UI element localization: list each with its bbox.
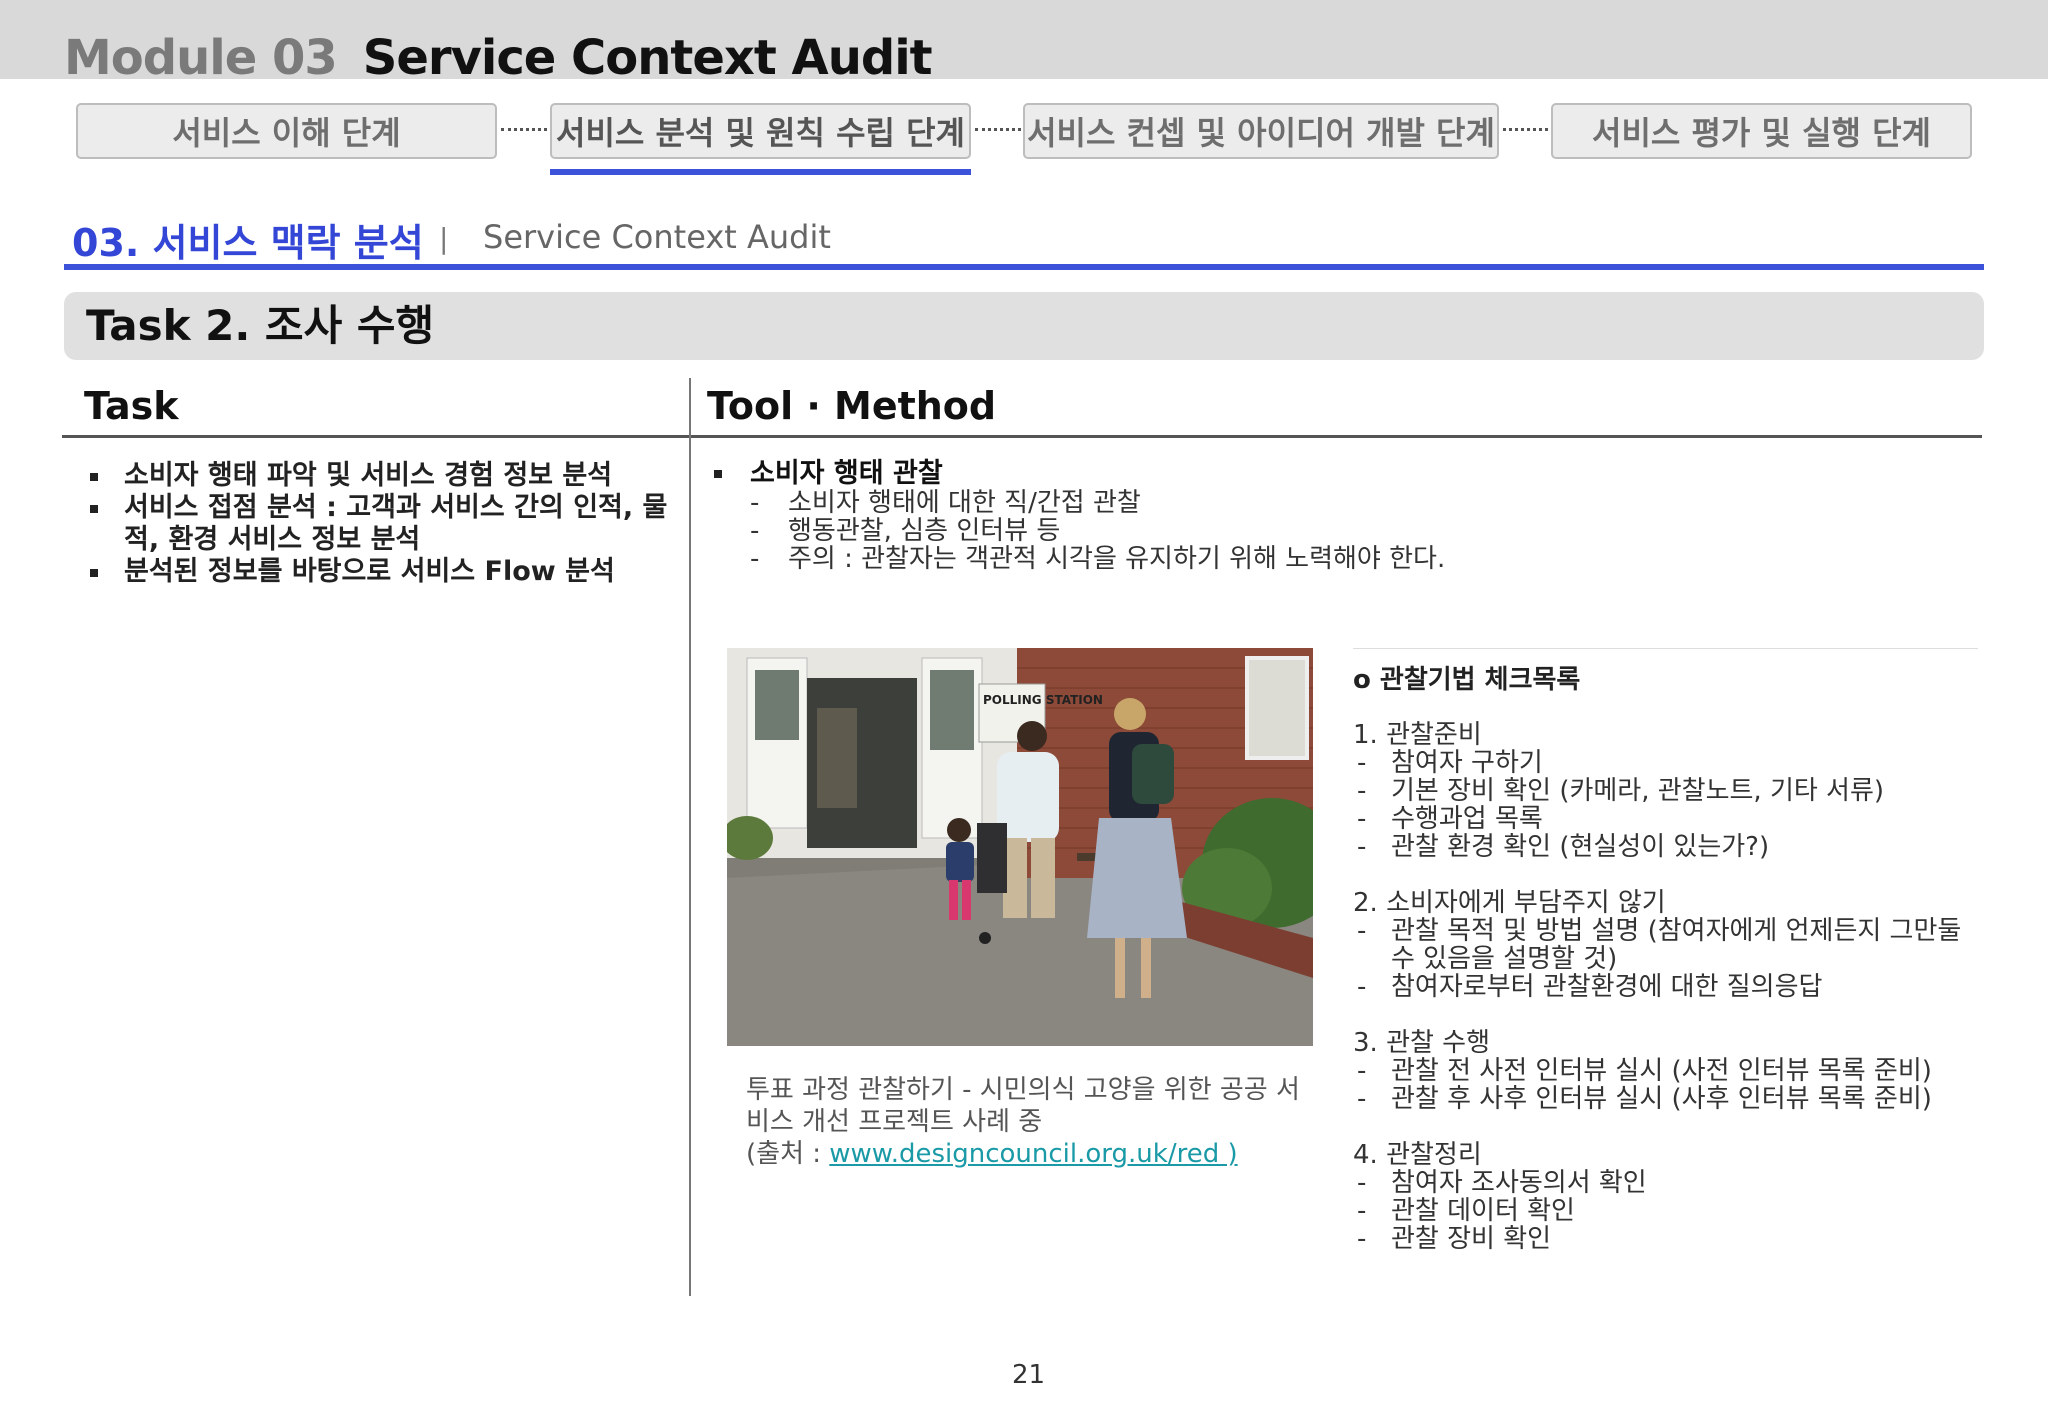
observation-checklist: o 관찰기법 체크목록 1. 관찰준비 참여자 구하기 기본 장비 확인 (카메… [1353, 648, 1978, 1281]
list-item: 분석된 정보를 바탕으로 서비스 Flow 분석 [88, 556, 668, 588]
caption-source: (출처 : www.designcouncil.org.uk/red ) [746, 1138, 1306, 1170]
section-separator: | [439, 222, 449, 255]
stage-label: 서비스 분석 및 원칙 수립 단계 [556, 114, 965, 152]
sign-text: POLLING STATION [983, 693, 1103, 707]
list-item: 관찰 후 사후 인터뷰 실시 (사후 인터뷰 목록 준비) [1353, 1085, 1978, 1113]
list-item: 관찰 데이터 확인 [1353, 1197, 1978, 1225]
section-subtitle: Service Context Audit [483, 218, 831, 256]
list-item: 관찰 전 사전 인터뷰 실시 (사전 인터뷰 목록 준비) [1353, 1057, 1978, 1085]
stage-concept[interactable]: 서비스 컨셉 및 아이디어 개발 단계 [1023, 103, 1499, 159]
checklist-items: 관찰 전 사전 인터뷰 실시 (사전 인터뷰 목록 준비) 관찰 후 사후 인터… [1353, 1057, 1978, 1113]
stage-label: 서비스 평가 및 실행 단계 [1592, 114, 1931, 152]
list-item: 참여자 구하기 [1353, 749, 1978, 777]
section-divider [64, 264, 1984, 270]
list-item: 주의 : 관찰자는 객관적 시각을 유지하기 위해 노력해야 한다. [750, 545, 1962, 573]
method-items: 소비자 행태에 대한 직/간접 관찰 행동관찰, 심층 인터뷰 등 주의 : 관… [750, 489, 1962, 573]
stage-analysis[interactable]: 서비스 분석 및 원칙 수립 단계 [550, 103, 971, 159]
photo-caption: 투표 과정 관찰하기 - 시민의식 고양을 위한 공공 서비스 개선 프로젝트 … [746, 1074, 1306, 1170]
checklist-heading: 4. 관찰정리 [1353, 1140, 1482, 1170]
list-item: 참여자 조사동의서 확인 [1353, 1169, 1978, 1197]
checklist-section: 1. 관찰준비 참여자 구하기 기본 장비 확인 (카메라, 관찰노트, 기타 … [1353, 721, 1978, 861]
active-stage-indicator [550, 169, 971, 175]
list-item: 소비자 행태 파악 및 서비스 경험 정보 분석 [88, 460, 668, 492]
page-number: 21 [1012, 1360, 1046, 1390]
list-item: 행동관찰, 심층 인터뷰 등 [750, 517, 1962, 545]
section-title: 03. 서비스 맥락 분석 [72, 221, 424, 265]
checklist-items: 관찰 목적 및 방법 설명 (참여자에게 언제든지 그만둘 수 있음을 설명할 … [1353, 917, 1978, 1001]
checklist-items: 참여자 구하기 기본 장비 확인 (카메라, 관찰노트, 기타 서류) 수행과업… [1353, 749, 1978, 861]
checklist-heading: 1. 관찰준비 [1353, 720, 1482, 750]
stage-understand[interactable]: 서비스 이해 단계 [76, 103, 497, 159]
list-item: 수행과업 목록 [1353, 805, 1978, 833]
list-item: 관찰 환경 확인 (현실성이 있는가?) [1353, 833, 1978, 861]
header-divider [62, 435, 1982, 438]
caption-text: 투표 과정 관찰하기 - 시민의식 고양을 위한 공공 서비스 개선 프로젝트 … [746, 1075, 1300, 1137]
module-label: Module 03 [64, 30, 338, 86]
method-block: 소비자 행태 관찰 소비자 행태에 대한 직/간접 관찰 행동관찰, 심층 인터… [712, 458, 1962, 573]
stage-connector [501, 128, 547, 131]
list-item: 서비스 접점 분석 : 고객과 서비스 간의 인적, 물적, 환경 서비스 정보… [88, 492, 668, 556]
column-divider [689, 378, 691, 1296]
checklist-section: 4. 관찰정리 참여자 조사동의서 확인 관찰 데이터 확인 관찰 장비 확인 [1353, 1141, 1978, 1253]
stage-connector [1503, 128, 1548, 131]
checklist-items: 참여자 조사동의서 확인 관찰 데이터 확인 관찰 장비 확인 [1353, 1169, 1978, 1253]
stage-label: 서비스 이해 단계 [172, 114, 401, 152]
polling-station-photo: POLLING STATION [727, 648, 1313, 1046]
list-item: 기본 장비 확인 (카메라, 관찰노트, 기타 서류) [1353, 777, 1978, 805]
list-item: 관찰 목적 및 방법 설명 (참여자에게 언제든지 그만둘 수 있음을 설명할 … [1353, 917, 1978, 973]
stage-label: 서비스 컨셉 및 아이디어 개발 단계 [1027, 114, 1495, 152]
task-banner: Task 2. 조사 수행 [64, 292, 1984, 360]
stage-evaluation[interactable]: 서비스 평가 및 실행 단계 [1551, 103, 1972, 159]
checklist-title: o 관찰기법 체크목록 [1353, 665, 1581, 695]
module-title: Module 03 Service Context Audit [64, 30, 933, 86]
stage-connector [975, 128, 1021, 131]
checklist-section: 2. 소비자에게 부담주지 않기 관찰 목적 및 방법 설명 (참여자에게 언제… [1353, 889, 1978, 1001]
method-column-header: Tool · Method [707, 384, 997, 428]
checklist-heading: 2. 소비자에게 부담주지 않기 [1353, 888, 1666, 918]
source-link[interactable]: www.designcouncil.org.uk/red ) [829, 1139, 1237, 1169]
task-column-header: Task [84, 384, 179, 428]
checklist-heading: 3. 관찰 수행 [1353, 1028, 1491, 1058]
source-prefix: (출처 : [746, 1139, 830, 1169]
list-item: 참여자로부터 관찰환경에 대한 질의응답 [1353, 973, 1978, 1001]
list-item: 관찰 장비 확인 [1353, 1225, 1978, 1253]
checklist-section: 3. 관찰 수행 관찰 전 사전 인터뷰 실시 (사전 인터뷰 목록 준비) 관… [1353, 1029, 1978, 1113]
module-name: Service Context Audit [362, 30, 933, 86]
task-list: 소비자 행태 파악 및 서비스 경험 정보 분석 서비스 접점 분석 : 고객과… [88, 460, 668, 588]
method-title: 소비자 행태 관찰 [712, 458, 1962, 489]
list-item: 소비자 행태에 대한 직/간접 관찰 [750, 489, 1962, 517]
